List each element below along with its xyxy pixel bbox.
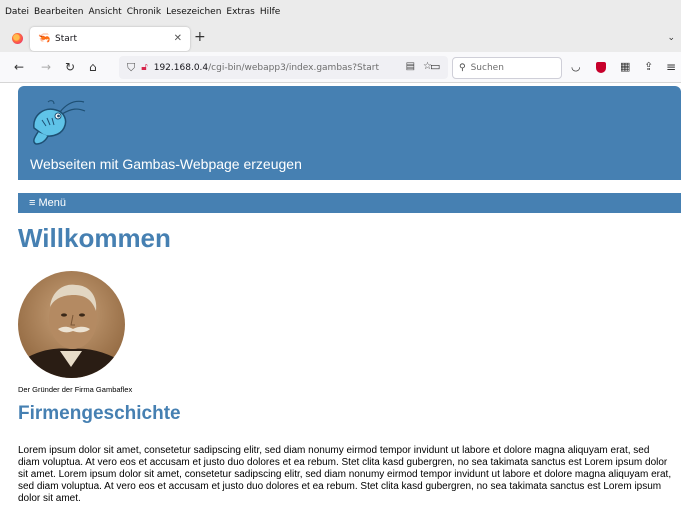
shrimp-logo-icon (33, 100, 86, 145)
url-path: /cgi-bin/webapp3/index.gambas?Start (208, 62, 379, 73)
reload-button[interactable]: ↻ (65, 60, 75, 74)
tracking-shield-icon[interactable]: ⛉ (127, 61, 135, 75)
portrait-caption: Der Gründer der Firma Gambaflex (18, 385, 133, 394)
share-icon[interactable]: ⇪ (644, 60, 653, 74)
menu-datei[interactable]: Datei (5, 7, 29, 17)
navigation-bar: ← → ↻ ⌂ ⛉ 🔓︎ 192.168.0.4/cgi-bin/webapp3… (0, 52, 681, 83)
site-header: Webseiten mit Gambas-Webpage erzeugen (18, 86, 681, 180)
menu-chronik[interactable]: Chronik (127, 7, 161, 17)
section-heading: Firmengeschichte (18, 403, 181, 424)
search-icon: ⚲ (459, 63, 466, 73)
extension-icon[interactable]: ▦ (620, 60, 630, 74)
list-tabs-icon[interactable]: ⌄ (667, 33, 675, 43)
page-content: Webseiten mit Gambas-Webpage erzeugen ≡ … (0, 83, 681, 506)
forward-button[interactable]: → (41, 60, 51, 74)
tab-title: Start (55, 34, 77, 44)
url-bar[interactable]: ⛉ 🔓︎ 192.168.0.4/cgi-bin/webapp3/index.g… (119, 56, 448, 79)
site-menu-button[interactable]: ≡ Menü (18, 193, 681, 213)
insecure-lock-icon[interactable]: 🔓︎ (141, 62, 147, 73)
body-paragraph: Lorem ipsum dolor sit amet, consetetur s… (18, 445, 672, 504)
menu-hilfe[interactable]: Hilfe (260, 7, 280, 17)
header-title: Webseiten mit Gambas-Webpage erzeugen (30, 156, 302, 172)
page-title: Willkommen (18, 223, 171, 253)
shrimp-favicon-icon: 🦐 (38, 33, 51, 44)
home-button[interactable]: ⌂ (89, 60, 97, 74)
search-placeholder: Suchen (470, 63, 504, 73)
tab-strip: 🦐 Start ✕ + ⌄ (0, 23, 681, 52)
close-tab-icon[interactable]: ✕ (174, 33, 182, 44)
firefox-logo-icon (12, 33, 23, 44)
menu-extras[interactable]: Extras (226, 7, 254, 17)
founder-photo (18, 271, 125, 378)
reader-view-icon[interactable]: ▤ (406, 61, 423, 72)
menu-lesezeichen[interactable]: Lesezeichen (166, 7, 221, 17)
pocket-icon[interactable]: ◡ (571, 60, 581, 74)
back-button[interactable]: ← (14, 60, 24, 74)
founder-portrait (18, 271, 125, 378)
tab-start[interactable]: 🦐 Start ✕ (30, 27, 190, 51)
new-tab-button[interactable]: + (194, 29, 206, 45)
url-host: 192.168.0.4 (153, 62, 209, 73)
menu-ansicht[interactable]: Ansicht (88, 7, 121, 17)
folder-icon[interactable]: ▭ (430, 60, 440, 74)
menu-bearbeiten[interactable]: Bearbeiten (34, 7, 83, 17)
hamburger-menu-icon[interactable]: ≡ (666, 60, 676, 74)
menu-bar: Datei Bearbeiten Ansicht Chronik Lesezei… (0, 0, 681, 23)
search-input[interactable]: ⚲ Suchen (452, 57, 562, 79)
ublock-icon[interactable] (596, 62, 606, 73)
